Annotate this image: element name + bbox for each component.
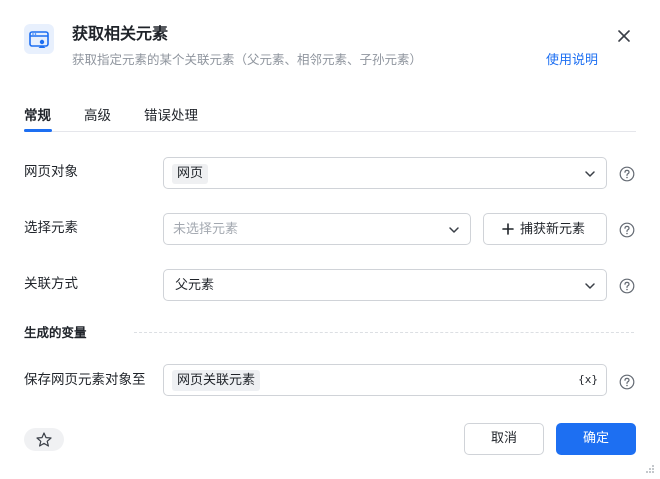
close-icon: [618, 30, 630, 42]
tab-bar: 常规 高级 错误处理: [24, 102, 636, 132]
webpage-select[interactable]: 网页: [163, 157, 607, 189]
capture-new-element-button[interactable]: 捕获新元素: [483, 213, 607, 245]
variable-tag: 网页关联元素: [172, 370, 261, 391]
chevron-down-icon: [585, 171, 595, 177]
chevron-down-icon: [449, 227, 459, 233]
insert-variable-button[interactable]: {x}: [578, 372, 598, 388]
help-question-icon[interactable]: [619, 374, 635, 390]
browser-element-icon: [24, 24, 54, 54]
plus-icon: [502, 223, 514, 235]
element-label: 选择元素: [24, 220, 78, 236]
favorite-button[interactable]: [24, 428, 64, 451]
webpage-label: 网页对象: [24, 164, 78, 180]
output-section-title: 生成的变量: [24, 325, 87, 340]
relation-select[interactable]: 父元素: [163, 269, 607, 301]
webpage-value-tag: 网页: [172, 164, 209, 184]
help-question-icon[interactable]: [619, 222, 635, 238]
tab-advanced[interactable]: 高级: [84, 106, 111, 126]
section-divider: [134, 332, 634, 333]
close-button[interactable]: [614, 26, 634, 46]
active-tab-indicator: [24, 129, 52, 132]
capture-button-label: 捕获新元素: [520, 222, 586, 237]
help-link[interactable]: 使用说明: [546, 52, 598, 70]
relation-value: 父元素: [175, 278, 215, 293]
element-select[interactable]: 未选择元素: [163, 213, 471, 245]
output-variable-input[interactable]: 网页关联元素 {x}: [163, 364, 607, 396]
help-question-icon[interactable]: [619, 278, 635, 294]
star-icon: [36, 432, 52, 447]
get-related-element-dialog: 获取相关元素 获取指定元素的某个关联元素（父元素、相邻元素、子孙元素） 使用说明…: [0, 0, 660, 479]
chevron-down-icon: [585, 283, 595, 289]
save-to-label: 保存网页元素对象至: [24, 372, 146, 388]
tab-error-handling[interactable]: 错误处理: [144, 106, 198, 126]
cancel-button[interactable]: 取消: [464, 423, 544, 455]
dialog-subtitle: 获取指定元素的某个关联元素（父元素、相邻元素、子孙元素）: [72, 52, 423, 67]
resize-grip-icon[interactable]: [645, 464, 655, 474]
confirm-button[interactable]: 确定: [556, 423, 636, 455]
dialog-title: 获取相关元素: [72, 24, 169, 43]
relation-label: 关联方式: [24, 276, 78, 292]
tab-general[interactable]: 常规: [24, 106, 51, 126]
help-question-icon[interactable]: [619, 166, 635, 182]
element-placeholder: 未选择元素: [173, 222, 239, 237]
